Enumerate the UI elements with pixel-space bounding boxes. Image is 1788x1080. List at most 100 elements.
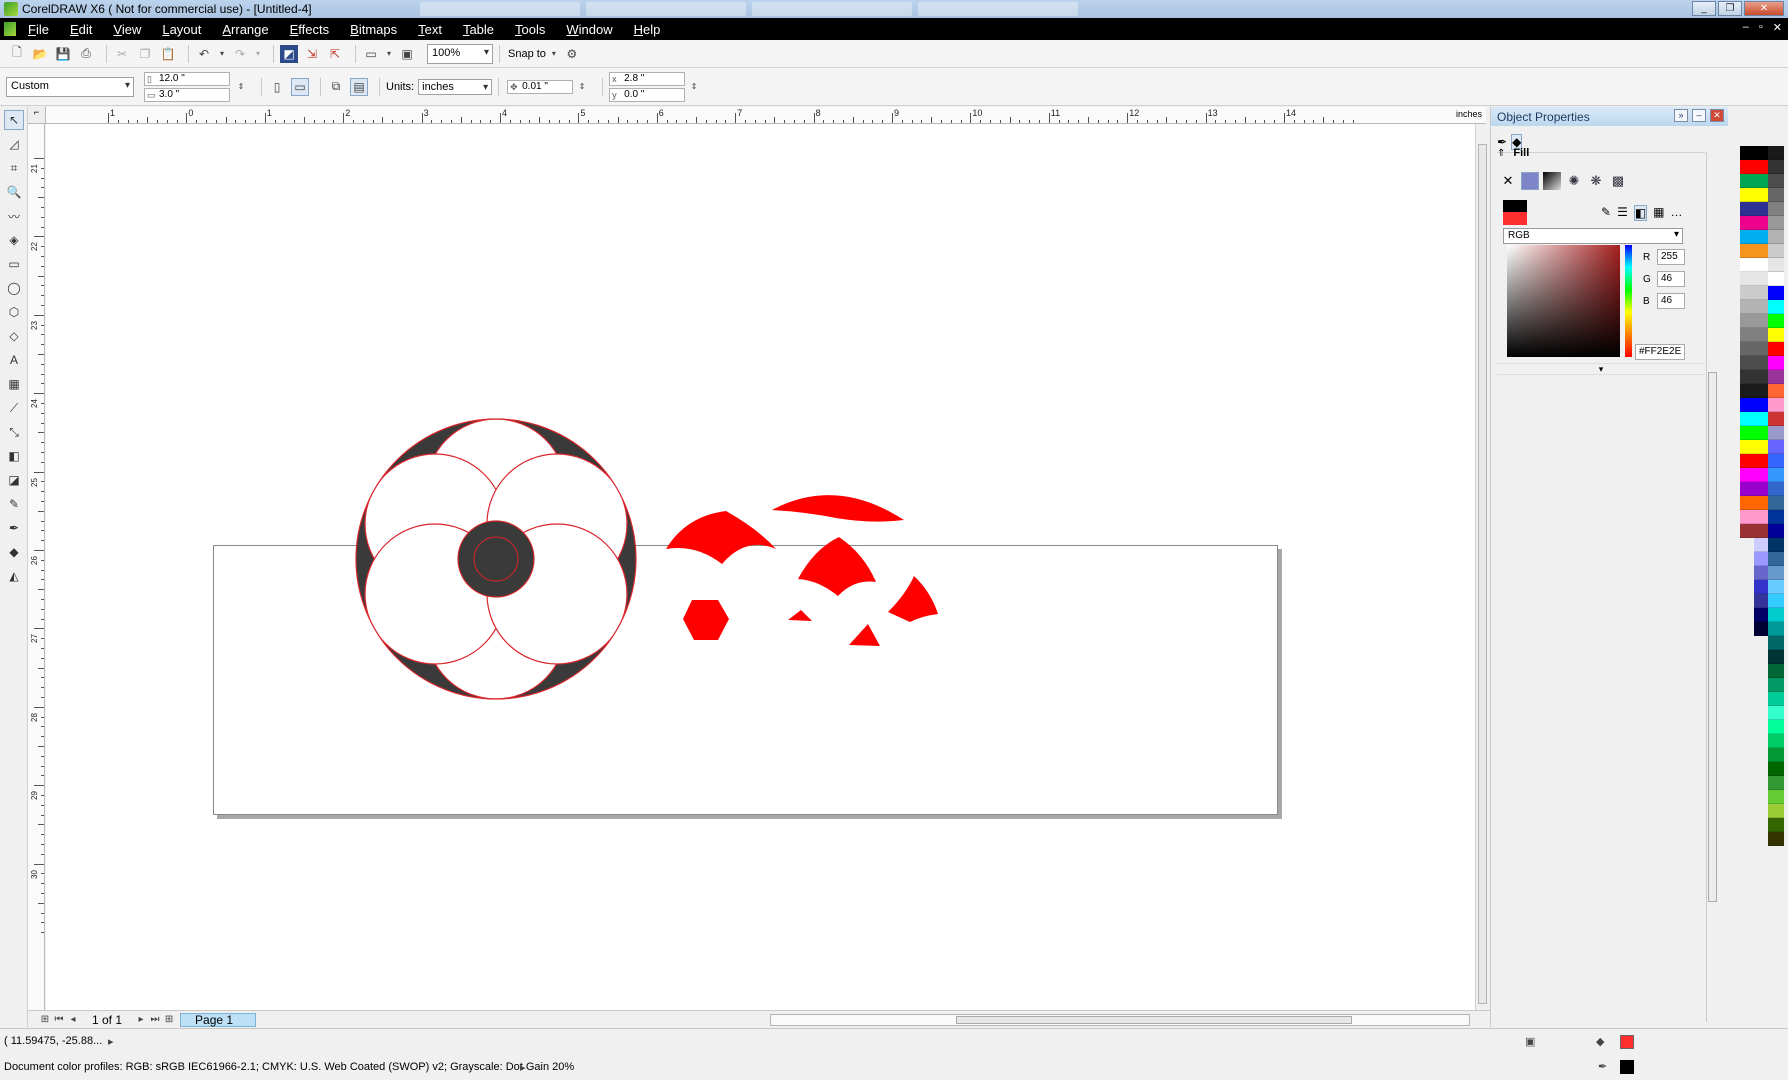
fill-tool-icon[interactable]: ◆: [4, 542, 24, 562]
palette-swatch[interactable]: [1740, 146, 1754, 160]
palette-swatch[interactable]: [1754, 230, 1768, 244]
menu-window[interactable]: Window: [566, 22, 612, 37]
page-height-field[interactable]: ▭ 3.0 ": [144, 87, 230, 102]
palette-swatch[interactable]: [1754, 440, 1768, 454]
restore-button[interactable]: ❐: [1718, 1, 1742, 16]
all-pages-icon[interactable]: ⧉: [327, 78, 345, 96]
menu-effects[interactable]: Effects: [290, 22, 330, 37]
palette-swatch[interactable]: [1740, 230, 1754, 244]
palette-swatch[interactable]: [1754, 566, 1768, 580]
units-select[interactable]: inches: [418, 78, 493, 95]
palette-swatch[interactable]: [1768, 300, 1784, 314]
palette-swatch[interactable]: [1768, 468, 1784, 482]
palette-swatch[interactable]: [1768, 524, 1784, 538]
redo-icon[interactable]: ↷: [231, 45, 249, 63]
next-page-icon[interactable]: ▸: [134, 1014, 148, 1025]
palette-swatch[interactable]: [1768, 734, 1784, 748]
palette-swatch[interactable]: [1768, 286, 1784, 300]
palette-swatch[interactable]: [1768, 678, 1784, 692]
color-sliders-icon[interactable]: ☰: [1617, 205, 1628, 221]
palette-swatch[interactable]: [1768, 804, 1784, 818]
palette-swatch[interactable]: [1768, 314, 1784, 328]
texture-fill-icon[interactable]: ❋: [1587, 172, 1605, 190]
minimize-button[interactable]: _: [1692, 1, 1716, 16]
profiles-arrow-icon[interactable]: ▸: [520, 1061, 526, 1074]
palette-swatch[interactable]: [1768, 608, 1784, 622]
palette-swatch[interactable]: [1754, 398, 1768, 412]
palette-swatch[interactable]: [1754, 202, 1768, 216]
undo-dropdown-icon[interactable]: ▾: [218, 45, 226, 63]
palette-swatch[interactable]: [1768, 412, 1784, 426]
menu-text[interactable]: Text: [418, 22, 442, 37]
palette-swatch[interactable]: [1768, 580, 1784, 594]
color-picker-area[interactable]: [1507, 245, 1620, 357]
add-page-after-icon[interactable]: ⊞: [162, 1014, 176, 1025]
palette-swatch[interactable]: [1754, 188, 1768, 202]
palette-swatch[interactable]: [1768, 636, 1784, 650]
palette-swatch[interactable]: [1740, 440, 1754, 454]
palettes-icon[interactable]: ▦: [1653, 205, 1664, 221]
duplicate-x-field[interactable]: x 2.8 ": [609, 71, 686, 86]
docker-minimize-button[interactable]: –: [1692, 109, 1706, 122]
current-page-icon[interactable]: ▤: [350, 77, 368, 96]
palette-swatch[interactable]: [1768, 356, 1784, 370]
fountain-fill-icon[interactable]: [1543, 172, 1561, 190]
palette-swatch[interactable]: [1768, 622, 1784, 636]
palette-swatch[interactable]: [1740, 286, 1754, 300]
connector-tool-icon[interactable]: ⤡: [4, 422, 24, 442]
palette-swatch[interactable]: [1754, 538, 1768, 552]
menu-table[interactable]: Table: [463, 22, 494, 37]
application-launcher-icon[interactable]: ▭: [362, 45, 380, 63]
shape-tool-icon[interactable]: ◿: [4, 134, 24, 154]
menu-tools[interactable]: Tools: [515, 22, 545, 37]
palette-swatch[interactable]: [1740, 524, 1754, 538]
palette-swatch[interactable]: [1768, 342, 1784, 356]
palette-swatch[interactable]: [1740, 370, 1754, 384]
palette-swatch[interactable]: [1768, 552, 1784, 566]
menu-arrange[interactable]: Arrange: [222, 22, 268, 37]
palette-swatch[interactable]: [1740, 202, 1754, 216]
palette-swatch[interactable]: [1740, 160, 1754, 174]
text-tool-icon[interactable]: A: [4, 350, 24, 370]
palette-swatch[interactable]: [1754, 482, 1768, 496]
search-content-icon[interactable]: ◩: [280, 44, 298, 63]
palette-swatch[interactable]: [1768, 510, 1784, 524]
no-fill-icon[interactable]: ✕: [1499, 172, 1517, 190]
spinner-arrows-icon[interactable]: ⇕: [232, 78, 250, 96]
paste-icon[interactable]: 📋: [159, 45, 177, 63]
vertical-scrollbar[interactable]: [1475, 124, 1489, 1024]
palette-swatch[interactable]: [1768, 566, 1784, 580]
prev-page-icon[interactable]: ◂: [66, 1014, 80, 1025]
palette-swatch[interactable]: [1768, 538, 1784, 552]
palette-swatch[interactable]: [1740, 244, 1754, 258]
palette-swatch[interactable]: [1754, 342, 1768, 356]
page-width-field[interactable]: ▯ 12.0 ": [144, 71, 230, 86]
palette-swatch[interactable]: [1768, 230, 1784, 244]
rectangle-tool-icon[interactable]: ▭: [4, 254, 24, 274]
palette-swatch[interactable]: [1754, 272, 1768, 286]
hue-slider[interactable]: [1625, 245, 1632, 357]
blend-tool-icon[interactable]: ◧: [4, 446, 24, 466]
snap-to-label[interactable]: Snap to: [508, 48, 546, 60]
palette-swatch[interactable]: [1768, 650, 1784, 664]
palette-swatch[interactable]: [1740, 510, 1754, 524]
palette-swatch[interactable]: [1754, 216, 1768, 230]
palette-swatch[interactable]: [1754, 300, 1768, 314]
palette-swatch[interactable]: [1754, 384, 1768, 398]
rosette-shape[interactable]: [356, 419, 636, 699]
options-icon[interactable]: ⚙: [563, 45, 581, 63]
red-field[interactable]: 255: [1657, 249, 1685, 265]
duplicate-spinner-icon[interactable]: ⇕: [685, 78, 703, 96]
palette-swatch[interactable]: [1740, 300, 1754, 314]
docker-scrollbar[interactable]: [1706, 152, 1718, 1022]
more-options-icon[interactable]: …: [1671, 205, 1683, 221]
palette-swatch[interactable]: [1768, 692, 1784, 706]
open-icon[interactable]: 📂: [31, 45, 49, 63]
status-outline-swatch[interactable]: [1620, 1060, 1634, 1074]
palette-swatch[interactable]: [1754, 580, 1768, 594]
palette-swatch[interactable]: [1740, 272, 1754, 286]
palette-swatch[interactable]: [1768, 426, 1784, 440]
palette-swatch[interactable]: [1768, 202, 1784, 216]
palette-swatch[interactable]: [1754, 468, 1768, 482]
redo-dropdown-icon[interactable]: ▾: [254, 45, 262, 63]
